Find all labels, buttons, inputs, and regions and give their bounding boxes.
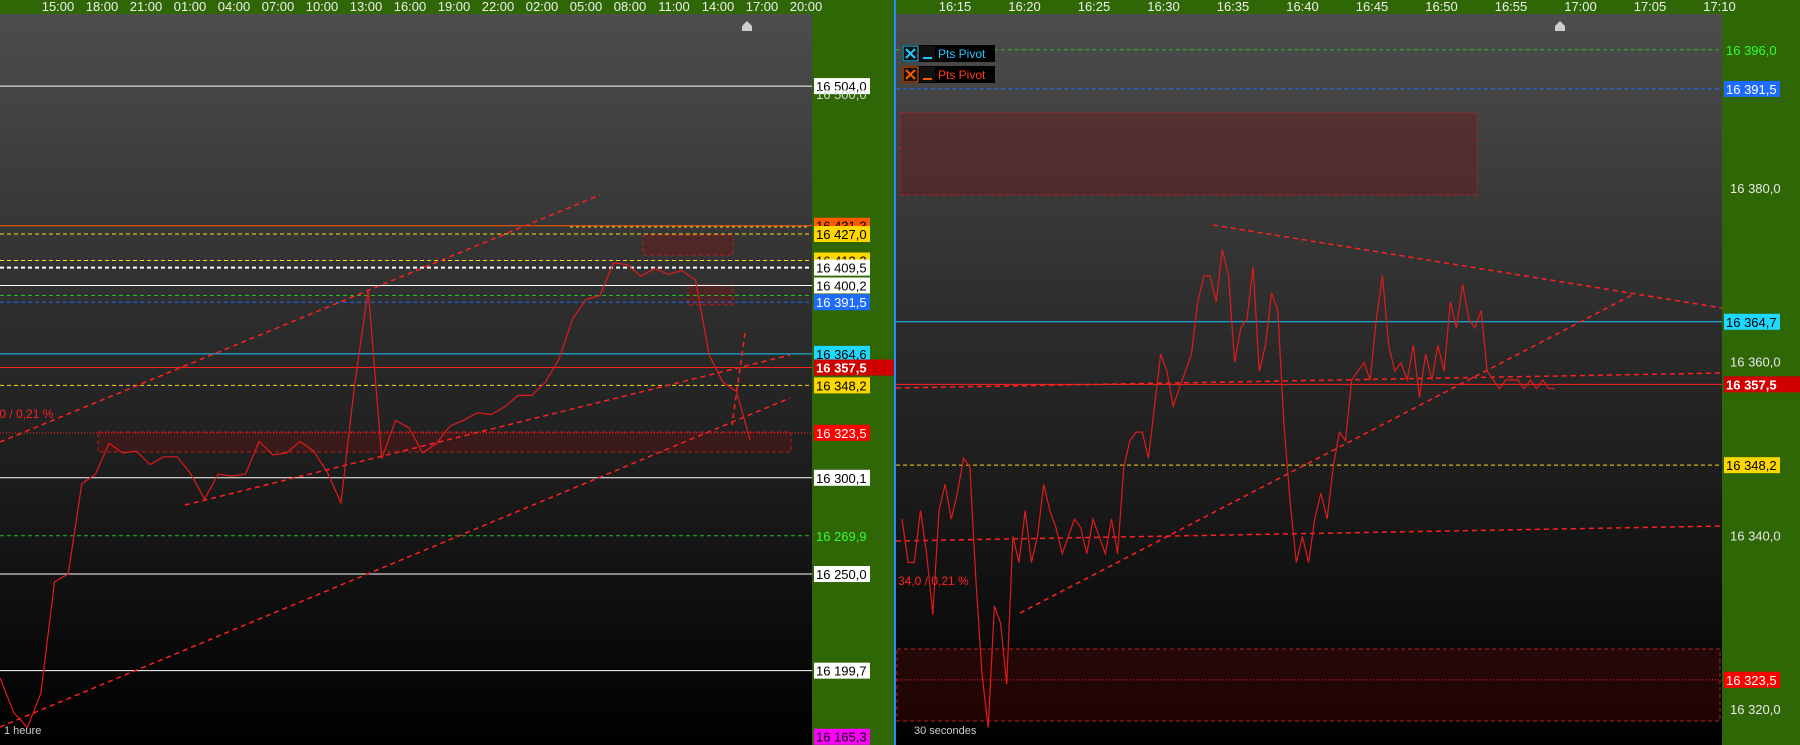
price-tag-label: 16 348,2 <box>816 378 867 393</box>
price-tag: 16 250,0 <box>814 566 870 583</box>
left-supply-zone <box>97 431 792 453</box>
price-tag-label: 16 348,2 <box>1726 458 1777 473</box>
axis-tick-label: 16 360,0 <box>1730 355 1781 370</box>
price-tag-label: 16 269,9 <box>816 529 867 544</box>
time-tick-label: 07:00 <box>262 0 295 14</box>
price-tag: 16 348,2 <box>1724 457 1780 474</box>
time-tick-label: 16:35 <box>1217 0 1250 14</box>
price-tag: 16 348,2 <box>814 377 870 394</box>
time-tick-label: 05:00 <box>570 0 603 14</box>
price-tag: 16 357,5 <box>814 359 894 376</box>
price-tag-label: 16 165,3 <box>816 730 867 745</box>
price-tag-label: 16 357,5 <box>816 361 867 376</box>
price-tag-label: 16 396,0 <box>1726 43 1777 58</box>
right-lower-zone <box>896 648 1721 722</box>
left-top-zone <box>642 234 734 256</box>
time-tick-label: 13:00 <box>350 0 383 14</box>
legend-item-pivot-1[interactable]: Pts Pivot <box>902 45 995 62</box>
time-tick-label: 11:00 <box>658 0 690 14</box>
price-tag-label: 16 391,5 <box>816 295 867 310</box>
time-tick-label: 22:00 <box>482 0 515 14</box>
price-tag-label: 16 199,7 <box>816 664 867 679</box>
legend-label: Pts Pivot <box>938 47 986 61</box>
left-chart-panel[interactable]: 15:00 18:00 21:00 01:00 04:00 07:00 10:00 13:00… <box>0 0 894 745</box>
price-tag-label: 16 409,5 <box>816 261 867 276</box>
price-tag-label: 16 391,5 <box>1726 82 1777 97</box>
time-tick-label: 01:00 <box>174 0 207 14</box>
time-tick-label: 19:00 <box>438 0 471 14</box>
legend-label: Pts Pivot <box>938 68 986 82</box>
price-tag: 16 323,5 <box>814 424 870 441</box>
price-tag-label: 16 427,0 <box>816 227 867 242</box>
legend-item-pivot-2[interactable]: Pts Pivot <box>902 66 995 83</box>
left-plot-background <box>0 14 812 745</box>
left-timeframe-label: 1 heure <box>4 725 41 737</box>
time-tick-label: 08:00 <box>614 0 647 14</box>
price-tag: 16 396,0 <box>1726 43 1777 58</box>
price-tag: 16 199,7 <box>814 662 870 679</box>
right-range-annotation: 34,0 / 0,21 % <box>898 574 969 588</box>
axis-tick-label: 16 320,0 <box>1730 702 1781 717</box>
time-tick-label: 16:00 <box>394 0 427 14</box>
time-tick-label: 21:00 <box>130 0 163 14</box>
time-tick-label: 17:00 <box>1564 0 1597 14</box>
price-tag: 16 409,5 <box>814 259 870 276</box>
time-tick-label: 04:00 <box>218 0 251 14</box>
time-tick-label: 02:00 <box>526 0 559 14</box>
time-tick-label: 14:00 <box>702 0 735 14</box>
time-tick-label: 17:00 <box>746 0 779 14</box>
price-tag: 16 364,6 <box>814 345 870 362</box>
right-upper-zone <box>899 112 1478 196</box>
price-tag: 16 269,9 <box>816 529 867 544</box>
time-tick-label: 17:05 <box>1634 0 1667 14</box>
price-tag-label: 16 250,0 <box>816 567 867 582</box>
price-tag: 16 357,5 <box>1724 376 1800 393</box>
chart-workspace[interactable]: 15:00 18:00 21:00 01:00 04:00 07:00 10:00 13:00… <box>0 0 1800 745</box>
axis-tick-label: 16 340,0 <box>1730 528 1781 543</box>
price-tag-label: 16 300,1 <box>816 471 867 486</box>
time-tick-label: 16:25 <box>1078 0 1111 14</box>
price-tag-label: 16 500,0 <box>816 87 867 102</box>
time-tick-label: 16:20 <box>1008 0 1041 14</box>
price-tag-label: 16 323,5 <box>816 426 867 441</box>
price-tag: 16 323,5 <box>1724 671 1780 688</box>
price-tag-label: 16 357,5 <box>1726 377 1777 392</box>
price-tag: 16 165,3 <box>814 728 870 745</box>
price-tag: 16 391,5 <box>814 294 870 311</box>
price-tag: 16 400,2 <box>814 277 870 294</box>
price-tag-label: 16 364,7 <box>1726 315 1777 330</box>
price-tag: 16 427,0 <box>814 226 870 242</box>
time-tick-label: 16:50 <box>1425 0 1458 14</box>
time-tick-label: 16:55 <box>1495 0 1528 14</box>
time-tick-label: 20:00 <box>790 0 823 14</box>
price-tag-label: 16 323,5 <box>1726 673 1777 688</box>
time-tick-label: 16:40 <box>1286 0 1319 14</box>
price-tag: 16 300,1 <box>814 469 870 486</box>
right-chart-panel[interactable]: 16:15 16:20 16:25 16:30 16:35 16:40 16:45 16:50… <box>895 0 1800 745</box>
panel-divider[interactable] <box>894 0 896 745</box>
time-tick-label: 15:00 <box>42 0 75 14</box>
time-tick-label: 10:00 <box>306 0 339 14</box>
time-tick-label: 18:00 <box>86 0 119 14</box>
time-tick-label: 16:15 <box>939 0 972 14</box>
time-tick-label: 16:45 <box>1356 0 1389 14</box>
price-tag: 16 500,0 <box>816 87 867 102</box>
time-tick-label: 17:10 <box>1703 0 1736 14</box>
left-range-annotation: ,0 / 0,21 % <box>0 407 54 421</box>
price-tag: 16 364,7 <box>1724 313 1780 330</box>
axis-tick-label: 16 380,0 <box>1730 181 1781 196</box>
price-tag-label: 16 400,2 <box>816 278 867 293</box>
price-tag: 16 391,5 <box>1724 80 1780 97</box>
right-price-axis[interactable] <box>1722 0 1800 745</box>
right-timeframe-label: 30 secondes <box>914 725 977 737</box>
time-tick-label: 16:30 <box>1147 0 1180 14</box>
